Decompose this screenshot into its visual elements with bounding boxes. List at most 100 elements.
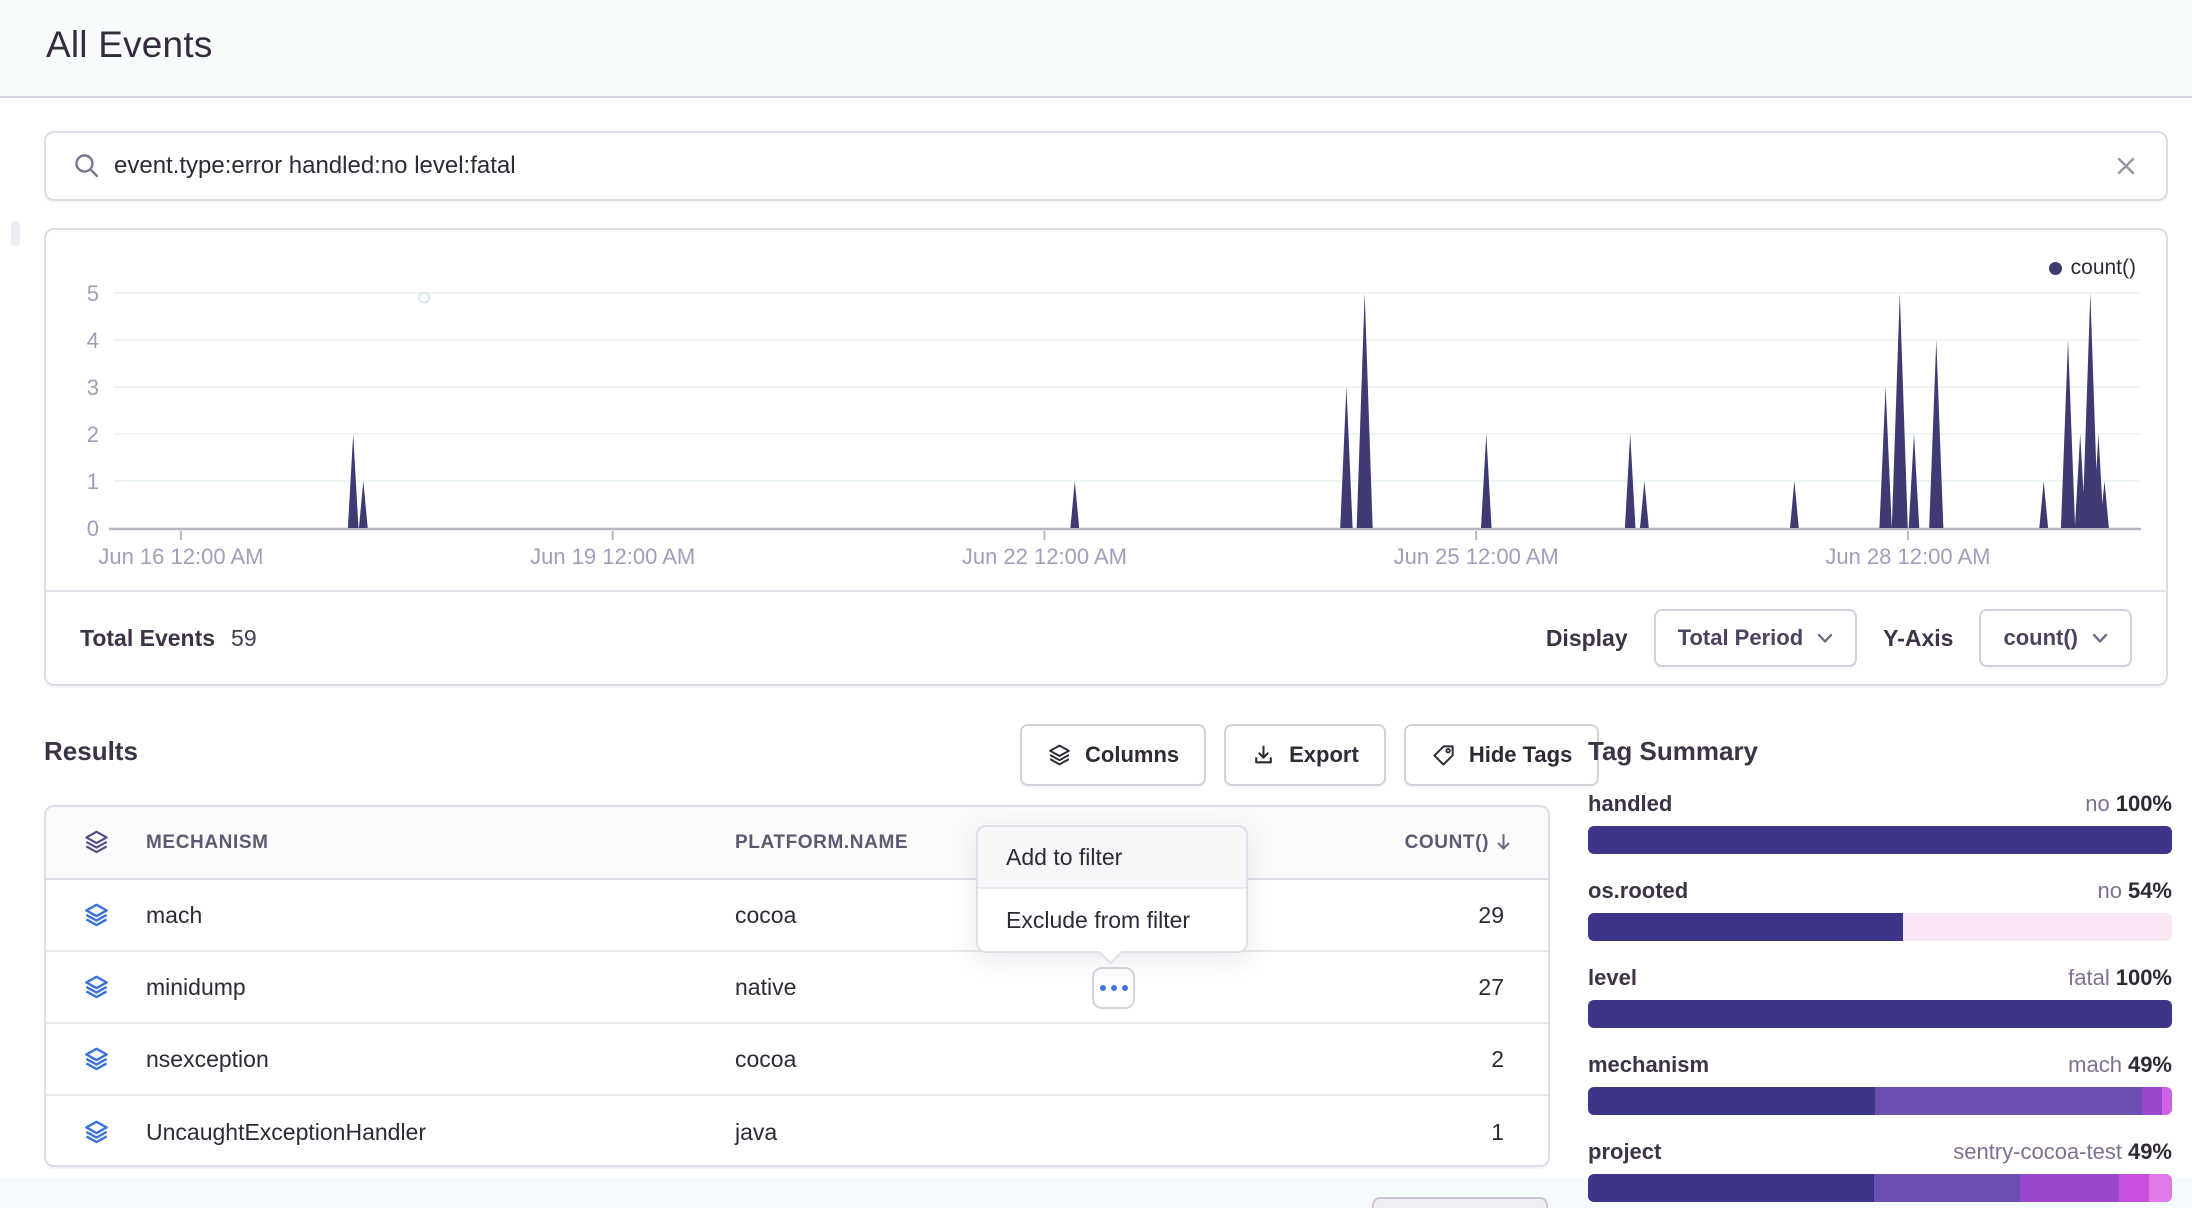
tag-value-percent: 100%	[2116, 791, 2172, 816]
tag-bar-segment[interactable]	[1874, 1174, 2020, 1202]
cell-mechanism[interactable]: minidump	[146, 974, 735, 1001]
events-chart-card: 012345Jun 16 12:00 AMJun 19 12:00 AMJun …	[44, 228, 2168, 686]
results-toolbar: Columns Export Hide Tags	[1020, 724, 1599, 786]
cell-mechanism[interactable]: mach	[146, 902, 735, 929]
tag-bar-segment[interactable]	[1875, 1087, 2142, 1115]
column-header-mechanism[interactable]: MECHANISM	[146, 832, 735, 854]
cell-mechanism[interactable]: UncaughtExceptionHandler	[146, 1119, 735, 1146]
clear-search-icon[interactable]	[2112, 152, 2140, 180]
tag-bar-segment[interactable]	[1588, 826, 2172, 854]
tag-bar-segment[interactable]	[1588, 1087, 1875, 1115]
tag-bar-segment[interactable]	[1588, 1000, 2172, 1028]
search-icon	[72, 151, 102, 181]
svg-text:Jun 16 12:00 AM: Jun 16 12:00 AM	[98, 544, 263, 569]
column-header-count-label: COUNT()	[1405, 832, 1489, 854]
tag-distribution-bar[interactable]	[1588, 1087, 2172, 1115]
stack-icon[interactable]	[46, 974, 146, 1001]
tag-distribution-bar[interactable]	[1588, 913, 2172, 941]
pagination-buttons[interactable]	[1372, 1197, 1548, 1208]
cell-platform[interactable]: cocoa	[735, 1046, 1378, 1073]
tag-top-value: mach49%	[2068, 1052, 2172, 1078]
cell-mechanism[interactable]: nsexception	[146, 1046, 735, 1073]
table-row[interactable]: UncaughtExceptionHandler java 1	[46, 1096, 1548, 1167]
tag-icon	[1431, 743, 1456, 768]
svg-text:3: 3	[87, 375, 99, 400]
drag-handle-icon	[11, 221, 20, 246]
cell-platform[interactable]: java	[735, 1119, 1378, 1146]
tag-value-percent: 49%	[2128, 1139, 2172, 1164]
tag-bar-segment[interactable]	[1903, 913, 2172, 941]
tag-top-value: no100%	[2085, 791, 2172, 817]
tag-summary-panel: Tag Summary handled no100% os.rooted no5…	[1588, 736, 2172, 1202]
y-axis-select-value: count()	[2003, 625, 2078, 651]
y-axis-select[interactable]: count()	[1979, 609, 2132, 667]
tag-bar-segment[interactable]	[2149, 1174, 2172, 1202]
y-axis-label: Y-Axis	[1883, 625, 1953, 652]
tag-name: handled	[1588, 791, 1672, 817]
results-title: Results	[44, 736, 138, 767]
tag-value-text: fatal	[2068, 965, 2110, 990]
svg-text:Jun 19 12:00 AM: Jun 19 12:00 AM	[530, 544, 695, 569]
tag-bar-segment[interactable]	[2020, 1174, 2119, 1202]
page-header: All Events	[0, 0, 2192, 98]
cell-count[interactable]: 1	[1378, 1119, 1548, 1146]
svg-text:0: 0	[87, 516, 99, 541]
stack-icon[interactable]	[46, 1119, 146, 1146]
search-bar	[44, 131, 2168, 201]
cell-count[interactable]: 29	[1378, 902, 1548, 929]
tag-value-percent: 54%	[2128, 878, 2172, 903]
ellipsis-dot	[1100, 985, 1106, 991]
cell-count[interactable]: 27	[1378, 974, 1548, 1001]
svg-text:2: 2	[87, 422, 99, 447]
svg-text:Jun 22 12:00 AM: Jun 22 12:00 AM	[962, 544, 1127, 569]
tag-bar-segment[interactable]	[2142, 1087, 2162, 1115]
layers-icon	[1047, 743, 1072, 768]
legend-series-label: count()	[2071, 256, 2136, 280]
tag-distribution-bar[interactable]	[1588, 1000, 2172, 1028]
tag-value-text: sentry-cocoa-test	[1953, 1139, 2122, 1164]
svg-text:1: 1	[87, 469, 99, 494]
svg-text:4: 4	[87, 328, 99, 353]
tag-bar-segment[interactable]	[2119, 1174, 2148, 1202]
download-icon	[1251, 743, 1276, 768]
stack-icon[interactable]	[46, 902, 146, 929]
ellipsis-dot	[1111, 985, 1117, 991]
column-header-count[interactable]: COUNT()	[1378, 832, 1548, 854]
layers-icon[interactable]	[46, 829, 146, 856]
tag-bar-segment[interactable]	[1588, 1174, 1874, 1202]
display-label: Display	[1546, 625, 1628, 652]
events-chart: 012345Jun 16 12:00 AMJun 19 12:00 AMJun …	[46, 230, 2166, 592]
tag-bar-segment[interactable]	[1588, 913, 1903, 941]
tag-top-value: no54%	[2097, 878, 2172, 904]
display-select[interactable]: Total Period	[1654, 609, 1858, 667]
tag-top-value: fatal100%	[2068, 965, 2172, 991]
tag-distribution-bar[interactable]	[1588, 1174, 2172, 1202]
chevron-down-icon	[1817, 633, 1833, 644]
tag-value-percent: 49%	[2128, 1052, 2172, 1077]
legend-series-dot	[2049, 262, 2062, 275]
cell-platform[interactable]: native	[735, 974, 1378, 1001]
chart-legend[interactable]: count()	[2049, 256, 2136, 280]
table-row[interactable]: nsexception cocoa 2	[46, 1024, 1548, 1096]
tag-summary-item: os.rooted no54%	[1588, 878, 2172, 941]
tag-bar-segment[interactable]	[2162, 1087, 2172, 1115]
hide-tags-button-label: Hide Tags	[1469, 742, 1573, 768]
cell-context-menu: Add to filter Exclude from filter	[976, 825, 1248, 953]
table-row[interactable]: minidump native 27	[46, 952, 1548, 1024]
table-row[interactable]: mach cocoa 29	[46, 880, 1548, 952]
search-input[interactable]	[114, 152, 2112, 180]
stack-icon[interactable]	[46, 1046, 146, 1073]
columns-button[interactable]: Columns	[1020, 724, 1206, 786]
cell-actions-button[interactable]	[1092, 967, 1135, 1009]
tag-name: project	[1588, 1139, 1661, 1165]
cell-count[interactable]: 2	[1378, 1046, 1548, 1073]
tag-summary-item: level fatal100%	[1588, 965, 2172, 1028]
hide-tags-button[interactable]: Hide Tags	[1404, 724, 1600, 786]
menu-item-add-to-filter[interactable]: Add to filter	[978, 827, 1246, 889]
export-button[interactable]: Export	[1224, 724, 1386, 786]
sort-desc-icon	[1495, 833, 1512, 852]
tag-summary-item: mechanism mach49%	[1588, 1052, 2172, 1115]
page-title: All Events	[46, 24, 213, 66]
tag-distribution-bar[interactable]	[1588, 826, 2172, 854]
tag-name: level	[1588, 965, 1637, 991]
